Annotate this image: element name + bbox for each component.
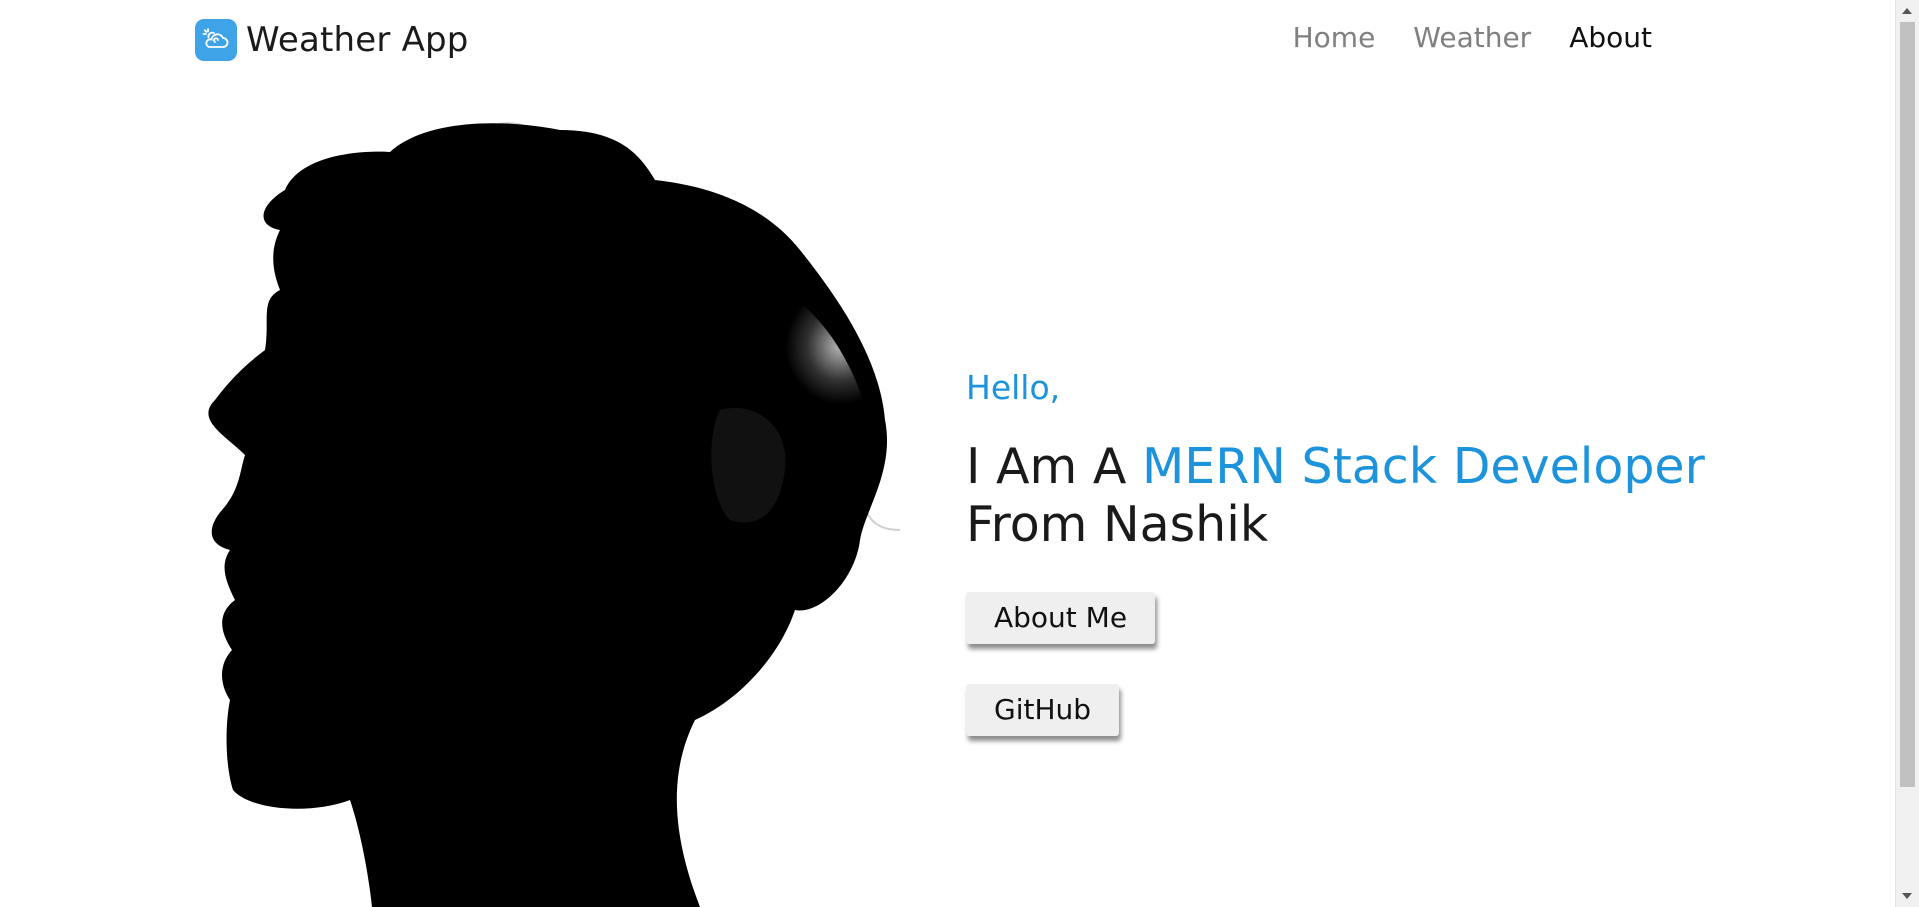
weather-cloud-sun-icon: [195, 19, 237, 61]
hero-section: Hello, I Am A MERN Stack Developer From N…: [966, 368, 1766, 736]
brand-name: Weather App: [246, 20, 469, 60]
about-me-button[interactable]: About Me: [966, 591, 1156, 644]
nav-link-weather[interactable]: Weather: [1394, 21, 1550, 54]
headline-accent: MERN Stack Developer: [1141, 437, 1705, 495]
person-head-silhouette: [200, 110, 940, 907]
scrollbar-thumb[interactable]: [1900, 22, 1915, 787]
github-button[interactable]: GitHub: [966, 683, 1120, 736]
vertical-scrollbar[interactable]: [1895, 0, 1919, 907]
headline-prefix: I Am A: [966, 437, 1142, 495]
nav-link-home[interactable]: Home: [1274, 21, 1395, 54]
nav-links: Home Weather About: [1274, 21, 1671, 54]
page: Weather App Home Weather About Hello, I …: [0, 0, 1919, 907]
scroll-down-arrow-icon[interactable]: [1902, 893, 1912, 899]
headline: I Am A MERN Stack Developer From Nashik: [966, 438, 1766, 554]
navbar: Weather App Home Weather About: [0, 0, 1896, 78]
brand-link[interactable]: Weather App: [195, 19, 469, 61]
headline-suffix: From Nashik: [966, 495, 1269, 553]
greeting-text: Hello,: [966, 368, 1061, 407]
scroll-up-arrow-icon[interactable]: [1902, 8, 1912, 14]
nav-link-about[interactable]: About: [1550, 21, 1671, 54]
